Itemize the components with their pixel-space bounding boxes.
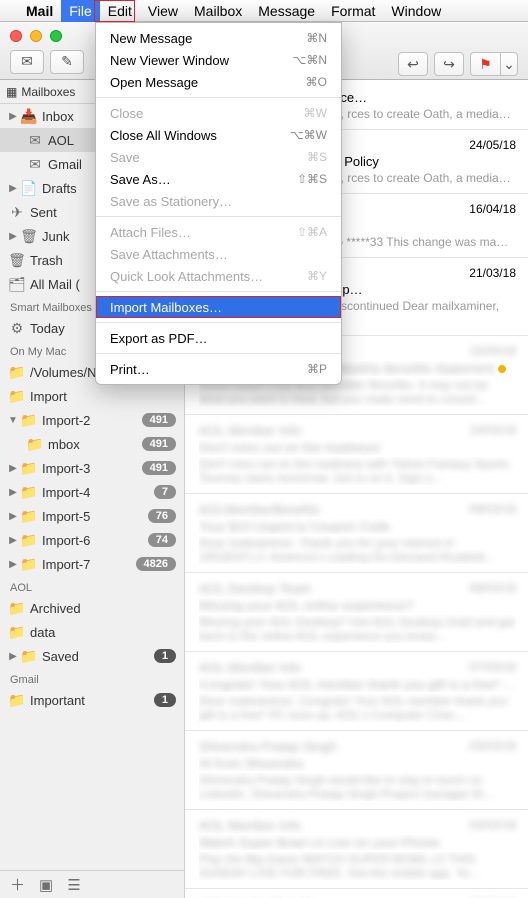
file-menu-close: Close⌘W [96, 102, 341, 124]
file-menu-save-attachments: Save Attachments… [96, 243, 341, 265]
forward-button[interactable]: ↪ [434, 52, 464, 76]
sidebar-import[interactable]: 📁Import [0, 384, 184, 408]
file-menu-open-message[interactable]: Open Message⌘O [96, 71, 341, 93]
message-date: 15/03/18 [469, 344, 516, 359]
reply-button[interactable]: ↩ [398, 52, 428, 76]
flag-menu-button[interactable]: ⌄ [500, 52, 518, 76]
message-from: AOL Member Info [199, 423, 301, 438]
menu-separator [96, 216, 341, 217]
sidebar-mbox[interactable]: 📁mbox491 [0, 432, 184, 456]
menu-view[interactable]: View [140, 0, 186, 22]
menu-mailbox[interactable]: Mailbox [186, 0, 250, 22]
sidebar-data[interactable]: 📁data [0, 620, 184, 644]
close-window-button[interactable] [10, 30, 22, 42]
file-menu-save-as[interactable]: Save As…⇧⌘S [96, 168, 341, 190]
message-from: AOL Member Info [199, 660, 301, 675]
message-row[interactable]: AOL Member Info 03/02/18 Watch Super Bowl … [185, 810, 528, 889]
menu-app[interactable]: Mail [18, 0, 61, 22]
message-date: 03/02/18 [469, 818, 516, 833]
add-button[interactable]: ＋ [10, 874, 25, 895]
message-from: AOLMemberBenefits [199, 502, 320, 517]
message-row[interactable]: AOL Member Info 14/03/18 Don't miss out on… [185, 415, 528, 494]
file-menu-quick-look-attachments: Quick Look Attachments…⌘Y [96, 265, 341, 287]
message-preview: Don't miss out on the madness with Yahoo… [199, 457, 516, 485]
menu-separator [96, 322, 341, 323]
file-menu-attach-files: Attach Files…⇧⌘A [96, 221, 341, 243]
action-menu-button[interactable]: ☰ [67, 876, 80, 894]
message-subject: Your $10 Urgent.ly Coupon Code [199, 519, 516, 534]
message-row[interactable]: AOLMemberBenefit25/01/18 [185, 889, 528, 898]
message-subject: Watch Super Bowl LII Live on your Phone [199, 835, 516, 850]
sidebar-import7[interactable]: ▶📁Import-74826 [0, 552, 184, 576]
menubar: Mail File Edit View Mailbox Message Form… [0, 0, 528, 22]
sidebar-icon: ▦ [6, 85, 17, 99]
message-preview: Shivendra Pratap Singh would like to sta… [199, 773, 516, 801]
message-row[interactable]: AOL Desktop Team 08/03/18 Missing your AOL… [185, 573, 528, 652]
message-date: 03/03/18 [469, 739, 516, 754]
get-mail-button[interactable]: ✉ [10, 50, 44, 74]
menu-separator [96, 291, 341, 292]
minimize-window-button[interactable] [30, 30, 42, 42]
file-menu-print[interactable]: Print…⌘P [96, 358, 341, 380]
message-preview: Missing your AOL Desktop? Get AOL Deskto… [199, 615, 516, 643]
sidebar-import2[interactable]: ▼📁Import-2491 [0, 408, 184, 432]
show-hide-button[interactable]: ▣ [39, 876, 53, 894]
menu-edit[interactable]: Edit [100, 0, 140, 22]
menu-window[interactable]: Window [383, 0, 449, 22]
gmail-section-header: Gmail [0, 668, 184, 688]
message-subject: Hi from Shivendra [199, 756, 516, 771]
message-preview: Dear mailxaminer, Thank you for your int… [199, 536, 516, 564]
message-preview: Dear mailxaminer, Congrats! Your AOL mem… [199, 694, 516, 722]
sidebar-import3[interactable]: ▶📁Import-3491 [0, 456, 184, 480]
zoom-window-button[interactable] [50, 30, 62, 42]
menu-message[interactable]: Message [250, 0, 323, 22]
menu-separator [96, 353, 341, 354]
message-subject: Don't miss out on the madness! [199, 440, 516, 455]
message-row[interactable]: Shivendra Pratap Singh 03/03/18 Hi from Sh… [185, 731, 528, 810]
file-menu-save: Save⌘S [96, 146, 341, 168]
sidebar-import4[interactable]: ▶📁Import-47 [0, 480, 184, 504]
aol-section-header: AOL [0, 576, 184, 596]
flag-button[interactable]: ⚑ [470, 52, 500, 76]
window-controls [10, 30, 62, 42]
message-date: 07/03/18 [469, 660, 516, 675]
sidebar-important[interactable]: 📁Important1 [0, 688, 184, 712]
compose-button[interactable]: ✎ [50, 50, 84, 74]
menu-file[interactable]: File [61, 0, 100, 22]
file-menu-close-all-windows[interactable]: Close All Windows⌥⌘W [96, 124, 341, 146]
message-from: AOL Member Info [199, 818, 301, 833]
file-menu-new-viewer-window[interactable]: New Viewer Window⌥⌘N [96, 49, 341, 71]
message-date: 21/03/18 [469, 266, 516, 280]
file-menu-export-as-pdf[interactable]: Export as PDF… [96, 327, 341, 349]
sidebar-footer: ＋ ▣ ☰ [0, 870, 184, 898]
file-menu-new-message[interactable]: New Message⌘N [96, 27, 341, 49]
message-row[interactable]: AOLMemberBenefits 09/03/18 Your $10 Urgent… [185, 494, 528, 573]
file-menu-dropdown: New Message⌘NNew Viewer Window⌥⌘NOpen Me… [95, 22, 342, 385]
menu-separator [96, 97, 341, 98]
message-preview: Play the Big Game WATCH SUPER BOWL LII T… [199, 852, 516, 880]
sidebar-archived[interactable]: 📁Archived [0, 596, 184, 620]
message-subject: Congrats! Your AOL member thank you gift… [199, 677, 516, 692]
message-from: Shivendra Pratap Singh [199, 739, 336, 754]
message-subject: Missing your AOL online experience? [199, 598, 516, 613]
sidebar-import5[interactable]: ▶📁Import-576 [0, 504, 184, 528]
message-date: 24/05/18 [469, 138, 516, 152]
message-row[interactable]: AOL Member Info 07/03/18 Congrats! Your AO… [185, 652, 528, 731]
mailboxes-label: Mailboxes [21, 85, 75, 99]
unread-dot [498, 365, 506, 373]
file-menu-save-as-stationery: Save as Stationery… [96, 190, 341, 212]
message-from: AOL Desktop Team [199, 581, 311, 596]
message-date: 09/03/18 [469, 502, 516, 517]
sidebar-import6[interactable]: ▶📁Import-674 [0, 528, 184, 552]
message-date: 14/03/18 [469, 423, 516, 438]
flag-button-group: ⚑ ⌄ [470, 52, 518, 76]
message-date: 16/04/18 [469, 202, 516, 216]
file-menu-import-mailboxes[interactable]: Import Mailboxes… [96, 296, 341, 318]
sidebar-saved[interactable]: ▶📁Saved1 [0, 644, 184, 668]
message-date: 08/03/18 [469, 581, 516, 596]
menu-format[interactable]: Format [323, 0, 383, 22]
